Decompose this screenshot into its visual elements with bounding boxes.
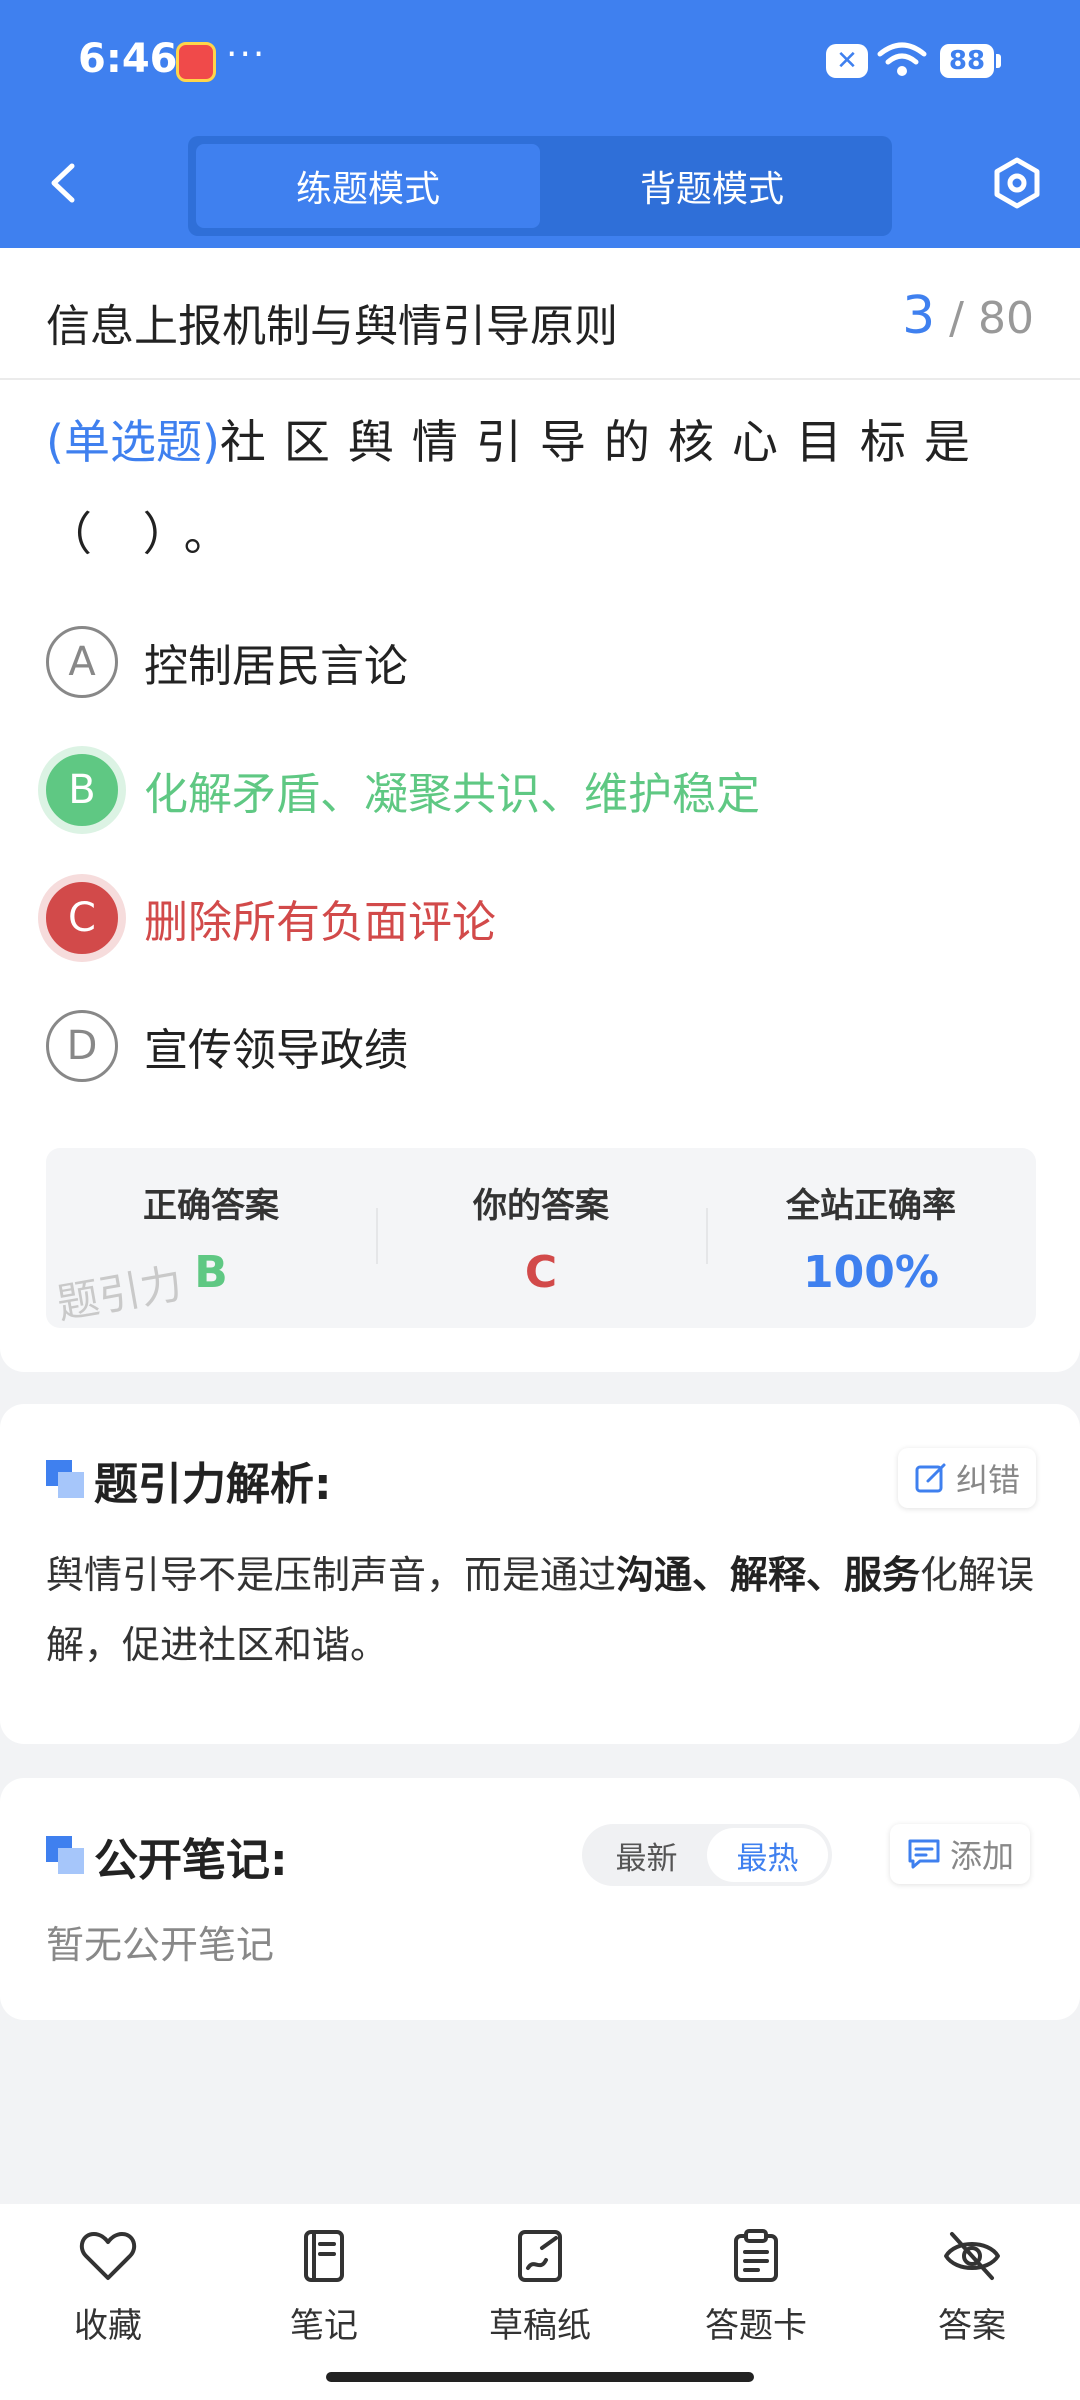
answer-sheet-label: 答题卡	[705, 2306, 807, 2346]
bottom-toolbar: 收藏 笔记 草稿纸 答题卡 答案	[0, 2204, 1080, 2400]
notes-card	[0, 1778, 1080, 2020]
report-error-button[interactable]: 纠错	[898, 1448, 1037, 1508]
draft-paper-button[interactable]: 草稿纸	[432, 2204, 648, 2400]
section-marker-icon	[46, 1836, 84, 1874]
favorite-button[interactable]: 收藏	[0, 2204, 216, 2400]
eye-off-icon	[944, 2232, 1000, 2280]
question-stem: (单选题)社区舆情引导的核心目标是（ ）。	[46, 396, 1036, 580]
current-question-number: 3	[902, 286, 936, 346]
analysis-title: 题引力解析:	[94, 1459, 332, 1510]
your-answer-value: C	[524, 1247, 558, 1298]
notes-sort-toggle: 最新 最热	[582, 1824, 832, 1886]
show-answer-label: 答案	[938, 2306, 1006, 2346]
battery-tip	[996, 54, 1001, 68]
draft-icon	[518, 2230, 562, 2282]
favorite-label: 收藏	[74, 2306, 142, 2346]
option-letter: A	[46, 626, 118, 698]
mode-switch: 练题模式 背题模式	[188, 136, 892, 236]
answer-summary: 正确答案 B 你的答案 C 全站正确率 100%	[46, 1148, 1036, 1328]
correct-answer-label: 正确答案	[143, 1186, 279, 1226]
option-text: 宣传领导政绩	[144, 1025, 408, 1076]
analysis-text: 舆情引导不是压制声音，而是通过沟通、解释、服务化解误解，促进社区和谐。	[46, 1540, 1036, 1680]
settings-icon[interactable]	[990, 156, 1044, 210]
option-letter: B	[46, 754, 118, 826]
your-answer-label: 你的答案	[473, 1186, 609, 1226]
home-indicator[interactable]	[326, 2372, 754, 2382]
no-sim-icon: ✕	[826, 44, 868, 78]
option-letter: D	[46, 1010, 118, 1082]
answer-sheet-button[interactable]: 答题卡	[648, 2204, 864, 2400]
option-b[interactable]: B 化解矛盾、凝聚共识、维护稳定	[46, 752, 760, 828]
question-progress: 3 / 80	[902, 286, 1034, 346]
top-bar: 6:46 ··· ✕ 88 练题模式 背题模式	[0, 0, 1080, 248]
more-notifications-icon: ···	[226, 34, 267, 75]
notes-button[interactable]: 笔记	[216, 2204, 432, 2400]
section-marker-icon	[46, 1460, 84, 1498]
section-title: 信息上报机制与舆情引导原则	[46, 301, 618, 352]
question-type: (单选题)	[46, 415, 220, 469]
option-a[interactable]: A 控制居民言论	[46, 624, 408, 700]
edit-icon	[915, 1463, 946, 1493]
accuracy-value: 100%	[803, 1247, 939, 1298]
draft-paper-label: 草稿纸	[489, 2306, 591, 2346]
notes-label: 笔记	[290, 2306, 358, 2346]
empty-notes-text: 暂无公开笔记	[46, 1923, 275, 1967]
option-letter: C	[46, 882, 118, 954]
your-answer-col: 你的答案 C	[376, 1148, 706, 1328]
add-note-label: 添加	[950, 1837, 1015, 1875]
option-text: 删除所有负面评论	[144, 897, 496, 948]
total-questions: 80	[978, 293, 1034, 344]
sort-hottest[interactable]: 最热	[707, 1828, 828, 1882]
tab-practice-mode[interactable]: 练题模式	[196, 144, 540, 228]
divider	[0, 378, 1080, 380]
wifi-icon	[877, 42, 927, 76]
analysis-text-emphasis: 沟通、解释、服务	[616, 1553, 921, 1597]
report-error-label: 纠错	[956, 1461, 1021, 1499]
notebook-icon	[304, 2230, 344, 2282]
battery-icon: 88	[940, 44, 994, 78]
progress-separator: /	[949, 293, 964, 344]
option-c[interactable]: C 删除所有负面评论	[46, 880, 496, 956]
analysis-text-start: 舆情引导不是压制声音，而是通过	[46, 1553, 617, 1597]
add-note-button[interactable]: 添加	[890, 1824, 1031, 1884]
show-answer-button[interactable]: 答案	[864, 2204, 1080, 2400]
option-text: 控制居民言论	[144, 641, 408, 692]
status-time: 6:46	[78, 36, 178, 82]
comment-icon	[908, 1839, 940, 1869]
accuracy-col: 全站正确率 100%	[706, 1148, 1036, 1328]
answer-sheet-icon	[734, 2229, 778, 2282]
heart-icon	[79, 2232, 137, 2280]
correct-answer-value: B	[194, 1247, 228, 1298]
app-notification-icon	[176, 42, 216, 82]
accuracy-label: 全站正确率	[786, 1186, 956, 1226]
back-arrow-icon[interactable]	[40, 158, 90, 208]
tab-memorize-mode[interactable]: 背题模式	[540, 144, 884, 228]
sort-newest[interactable]: 最新	[586, 1828, 707, 1882]
option-text: 化解矛盾、凝聚共识、维护稳定	[144, 769, 760, 820]
option-d[interactable]: D 宣传领导政绩	[46, 1008, 408, 1084]
notes-title: 公开笔记:	[94, 1835, 288, 1886]
